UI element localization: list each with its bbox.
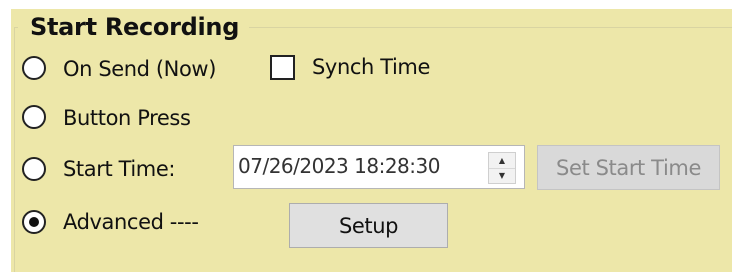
setup-button[interactable]: Setup	[289, 203, 448, 248]
spin-down-arrow-icon[interactable]: ▼	[489, 168, 515, 183]
set-start-time-button[interactable]: Set Start Time	[537, 145, 720, 190]
on-send-label[interactable]: On Send (Now)	[63, 55, 216, 83]
radio-selected-dot-icon	[29, 217, 39, 227]
group-title: Start Recording	[18, 10, 250, 44]
start-time-picker[interactable]: 07/26/2023 18:28:30 ▲ ▼	[233, 145, 525, 189]
synch-time-checkbox[interactable]	[270, 55, 295, 80]
start-time-radio[interactable]	[22, 157, 46, 181]
advanced-label[interactable]: Advanced ----	[63, 208, 199, 236]
synch-time-label[interactable]: Synch Time	[312, 53, 430, 81]
spin-up-arrow-icon[interactable]: ▲	[489, 153, 515, 169]
start-time-spinner[interactable]: ▲ ▼	[488, 152, 516, 184]
advanced-radio[interactable]	[22, 210, 46, 234]
button-press-radio[interactable]	[22, 105, 46, 129]
on-send-radio[interactable]	[22, 56, 46, 80]
button-press-label[interactable]: Button Press	[63, 104, 191, 132]
start-time-label[interactable]: Start Time:	[63, 155, 175, 183]
start-time-value[interactable]: 07/26/2023 18:28:30	[238, 152, 440, 180]
